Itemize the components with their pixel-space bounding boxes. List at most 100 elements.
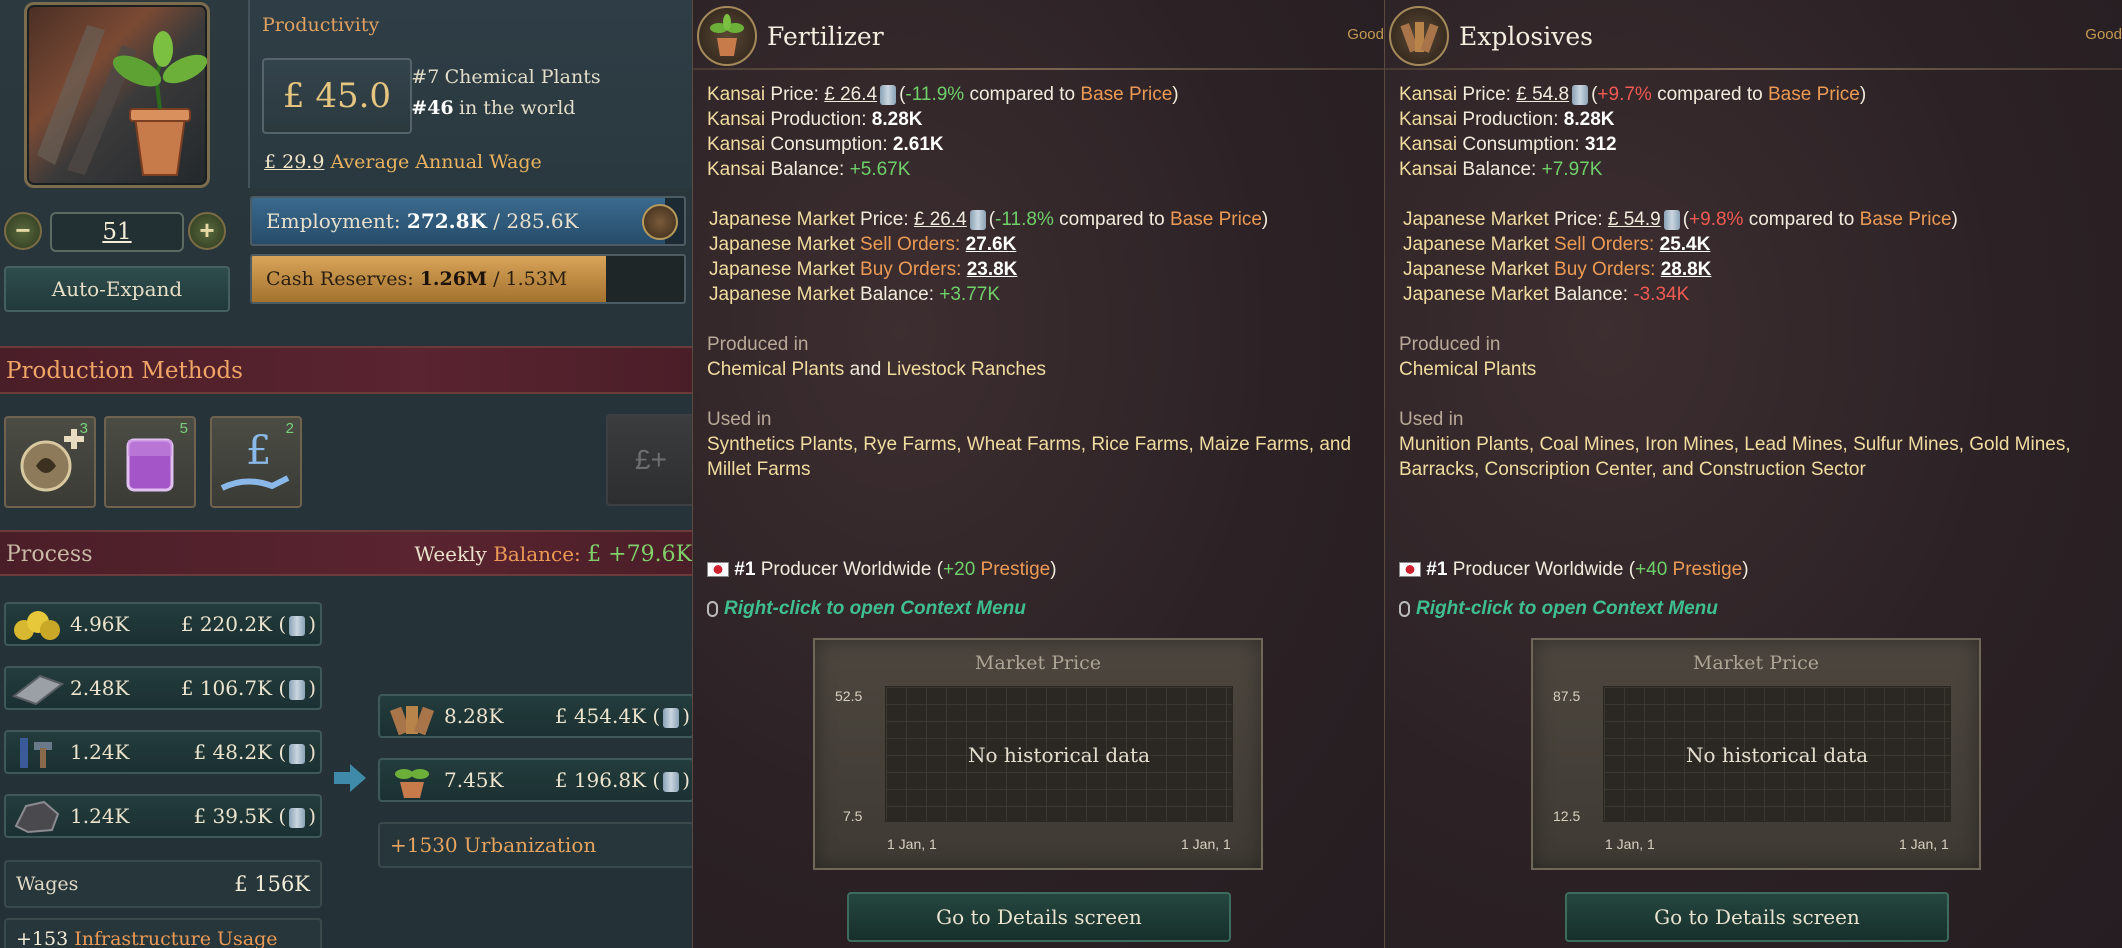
context-menu-hint: Right-click to open Context Menu xyxy=(707,598,1026,620)
chart-plot-area: No historical data xyxy=(885,686,1233,822)
input-row[interactable]: 2.48K £ 106.7K () xyxy=(4,666,322,710)
coin-icon xyxy=(289,743,306,764)
used-in-label: Used in xyxy=(707,409,772,430)
local-consumption-line: Kansai Consumption: 312 xyxy=(1399,134,1617,155)
world-rank: #46 in the world xyxy=(384,97,575,120)
chart-plot-area: No historical data xyxy=(1603,686,1951,822)
productivity-value: £ 45.0 xyxy=(262,58,412,134)
input-row[interactable]: 1.24K £ 39.5K () xyxy=(4,794,322,838)
x-tick-start: 1 Jan, 1 xyxy=(1605,836,1655,852)
good-title: Fertilizer xyxy=(767,22,884,51)
productivity-label: Productivity xyxy=(262,14,380,36)
y-tick-max: 52.5 xyxy=(835,688,863,704)
process-title: Process xyxy=(6,542,93,567)
produced-in-label: Produced in xyxy=(1399,334,1501,355)
chart-empty-message: No historical data xyxy=(1685,743,1869,767)
mouse-icon xyxy=(1399,600,1410,617)
context-menu-hint: Right-click to open Context Menu xyxy=(1399,598,1718,620)
local-consumption-line: Kansai Consumption: 2.61K xyxy=(707,134,944,155)
market-balance-line: Japanese Market Balance: +3.77K xyxy=(709,284,1001,305)
details-screen-button[interactable]: Go to Details screen xyxy=(847,892,1231,942)
japan-flag-icon xyxy=(1399,562,1421,578)
produced-in-list: Chemical Plants and Livestock Ranches xyxy=(707,359,1047,380)
good-tag: Good xyxy=(1347,26,1384,43)
header-divider xyxy=(693,68,1384,70)
infrastructure-row: +153 Infrastructure Usage xyxy=(4,918,322,948)
producer-rank-line: #1 Producer Worldwide (+40 Prestige) xyxy=(1399,559,1749,581)
pop-icon xyxy=(642,204,678,240)
building-rank: #7 Chemical Plants xyxy=(384,66,601,89)
employment-bar: Employment: 272.8K / 285.6K xyxy=(250,196,686,246)
pm-flask-button[interactable]: 5 xyxy=(104,416,196,508)
output-row[interactable]: 8.28K £ 454.4K () xyxy=(378,694,692,738)
pm-pound-hand-button[interactable]: £ 2 xyxy=(210,416,302,508)
fertilizer-pot-icon xyxy=(37,25,208,176)
y-tick-min: 12.5 xyxy=(1553,808,1581,824)
used-in-label: Used in xyxy=(1399,409,1464,430)
coin-icon xyxy=(289,615,306,636)
details-screen-button[interactable]: Go to Details screen xyxy=(1565,892,1949,942)
explosives-icon xyxy=(389,706,435,736)
coin-icon xyxy=(969,209,986,230)
svg-text:£: £ xyxy=(246,428,271,474)
producer-rank-line: #1 Producer Worldwide (+20 Prestige) xyxy=(707,559,1057,581)
expand-button[interactable]: + xyxy=(188,212,226,250)
y-tick-min: 7.5 xyxy=(843,808,863,824)
pm-count: 2 xyxy=(285,420,294,437)
good-tag: Good xyxy=(2085,26,2122,43)
market-balance-line: Japanese Market Balance: -3.34K xyxy=(1403,284,1690,305)
produced-in-list: Chemical Plants xyxy=(1399,359,1537,380)
used-in-list-1: Synthetics Plants, Rye Farms, Wheat Farm… xyxy=(707,434,1352,455)
market-buy-orders-line: Japanese Market Buy Orders: 28.8K xyxy=(1403,259,1712,280)
market-price-chart: Market Price 87.5 12.5 No historical dat… xyxy=(1531,638,1981,870)
production-methods-title: Production Methods xyxy=(6,358,243,384)
market-buy-orders-line: Japanese Market Buy Orders: 23.8K xyxy=(709,259,1018,280)
coin-icon xyxy=(663,707,680,728)
building-portrait xyxy=(24,2,210,188)
weekly-balance: Weekly Balance: £ +79.6K xyxy=(414,542,692,567)
japan-flag-icon xyxy=(707,562,729,578)
market-sell-orders-line: Japanese Market Sell Orders: 27.6K xyxy=(709,234,1017,255)
pm-fertilizer-button[interactable]: 3 xyxy=(4,416,96,508)
market-price-line: Japanese Market Price: £ 54.9 (+9.8% comp… xyxy=(1403,209,1958,230)
chart-title: Market Price xyxy=(1692,652,1820,674)
cash-reserves-text: Cash Reserves: 1.26M / 1.53M xyxy=(266,268,568,290)
used-in-list-1: Munition Plants, Coal Mines, Iron Mines,… xyxy=(1399,434,2071,455)
building-level: 51 xyxy=(50,212,184,252)
downsize-button[interactable]: − xyxy=(4,212,42,250)
iron-icon xyxy=(11,674,64,706)
fertilizer-tooltip: Fertilizer Good Kansai Price: £ 26.4 (-11… xyxy=(692,0,1384,948)
local-price-line: Kansai Price: £ 54.8 (+9.7% compared to B… xyxy=(1399,84,1867,105)
local-production-line: Kansai Production: 8.28K xyxy=(707,109,923,130)
market-price-chart: Market Price 52.5 7.5 No historical data… xyxy=(813,638,1263,870)
input-row[interactable]: 4.96K £ 220.2K () xyxy=(4,602,322,646)
cash-reserves-bar: Cash Reserves: 1.26M / 1.53M xyxy=(250,254,686,304)
pm-count: 5 xyxy=(179,420,188,437)
explosives-icon xyxy=(1389,6,1449,66)
chart-title: Market Price xyxy=(974,652,1102,674)
x-tick-start: 1 Jan, 1 xyxy=(887,836,937,852)
urbanization-box: +1530 Urbanization xyxy=(378,822,692,868)
arrow-right-icon xyxy=(334,764,366,792)
output-row[interactable]: 7.45K £ 196.8K () xyxy=(378,758,692,802)
coin-icon xyxy=(1663,209,1680,230)
pm-count: 3 xyxy=(79,420,88,437)
building-panel: Productivity #7 Chemical Plants #46 in t… xyxy=(0,0,692,948)
sulfur-icon xyxy=(14,611,60,640)
produced-in-label: Produced in xyxy=(707,334,809,355)
local-production-line: Kansai Production: 8.28K xyxy=(1399,109,1615,130)
header-divider xyxy=(1385,68,2122,70)
tools-icon xyxy=(20,738,52,768)
coin-icon xyxy=(880,84,897,105)
explosives-tooltip: Explosives Good Kansai Price: £ 54.8 (+9.… xyxy=(1384,0,2122,948)
good-title: Explosives xyxy=(1459,22,1593,51)
auto-expand-button[interactable]: Auto-Expand xyxy=(4,266,230,312)
used-in-list-2: Millet Farms xyxy=(707,459,811,480)
fertilizer-icon xyxy=(395,769,429,798)
coin-icon xyxy=(289,807,306,828)
production-methods-header: Production Methods xyxy=(0,346,692,394)
employment-text: Employment: 272.8K / 285.6K xyxy=(266,209,579,233)
coal-icon xyxy=(14,800,60,834)
fertilizer-icon xyxy=(697,6,757,66)
input-row[interactable]: 1.24K £ 48.2K () xyxy=(4,730,322,774)
